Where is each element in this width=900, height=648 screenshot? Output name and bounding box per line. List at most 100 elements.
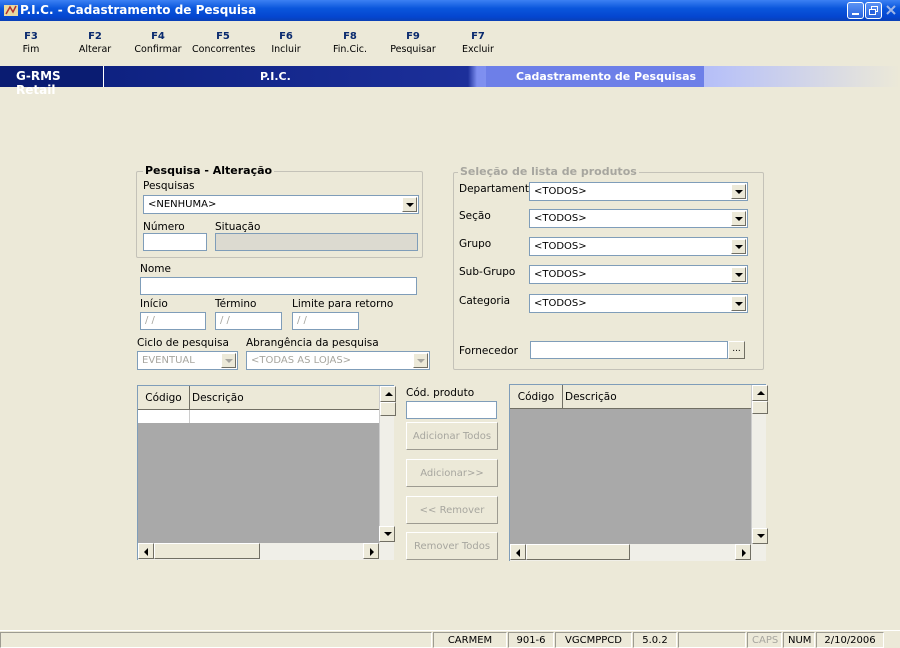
secao-select[interactable]: <TODOS> — [529, 209, 748, 228]
abrangencia-value: <TODAS AS LOJAS> — [251, 355, 352, 366]
toolbar-button-fim[interactable]: F3 Fim — [0, 31, 62, 55]
scroll-down-icon[interactable] — [379, 526, 395, 542]
departamento-label: Departamento — [459, 183, 536, 195]
right-grid-hscroll[interactable] — [510, 544, 766, 561]
column-header-codigo[interactable]: Código — [138, 386, 190, 410]
right-grid-header: Código Descrição — [510, 385, 751, 409]
toolbar-button-confirmar[interactable]: F4 Confirmar — [127, 31, 189, 55]
situacao-field — [215, 233, 418, 251]
status-empty — [678, 632, 746, 648]
brand-label: G-RMS Retail — [0, 66, 104, 97]
remover-todos-button[interactable]: Remover Todos — [406, 532, 498, 560]
pesquisas-select[interactable]: <NENHUMA> — [143, 195, 419, 214]
fornecedor-field[interactable] — [530, 341, 728, 359]
adicionar-todos-button[interactable]: Adicionar Todos — [406, 422, 498, 450]
chevron-down-icon[interactable] — [402, 197, 417, 212]
termino-label: Término — [215, 298, 257, 310]
pesquisa-legend: Pesquisa - Alteração — [143, 164, 275, 177]
adicionar-button[interactable]: Adicionar>> — [406, 459, 498, 487]
grupo-select[interactable]: <TODOS> — [529, 237, 748, 256]
abrangencia-select[interactable]: <TODAS AS LOJAS> — [246, 351, 430, 370]
hotkey: F6 — [279, 31, 293, 42]
pesquisas-value: <NENHUMA> — [148, 199, 217, 210]
toolbar-button-excluir[interactable]: F7 Excluir — [447, 31, 509, 55]
toolbar-button-incluir[interactable]: F6 Incluir — [255, 31, 317, 55]
toolbar-label: Confirmar — [134, 44, 182, 55]
numero-field[interactable] — [143, 233, 207, 251]
grupo-value: <TODOS> — [534, 241, 587, 252]
hotkey: F7 — [471, 31, 485, 42]
chevron-down-icon[interactable] — [221, 353, 236, 368]
status-version: 5.0.2 — [633, 632, 677, 648]
scroll-thumb[interactable] — [154, 543, 260, 559]
scroll-down-icon[interactable] — [752, 528, 768, 544]
scroll-up-icon[interactable] — [752, 385, 768, 401]
column-header-descricao[interactable]: Descrição — [563, 385, 751, 409]
chevron-down-icon[interactable] — [731, 267, 746, 282]
column-header-codigo[interactable]: Código — [510, 385, 563, 409]
app-icon — [4, 4, 18, 17]
scroll-right-icon[interactable] — [735, 544, 751, 560]
left-grid-hscroll[interactable] — [138, 526, 395, 560]
status-date: 2/10/2006 — [816, 632, 884, 648]
ciclo-select[interactable]: EVENTUAL — [137, 351, 238, 370]
header-band: G-RMS Retail P.I.C. Cadastramento de Pes… — [0, 66, 900, 97]
close-icon[interactable] — [883, 2, 900, 19]
status-user: CARMEM — [433, 632, 507, 648]
minimize-icon[interactable] — [847, 2, 864, 19]
chevron-down-icon[interactable] — [413, 353, 428, 368]
toolbar-button-fin-cic[interactable]: F8 Fin.Cic. — [319, 31, 381, 55]
toolbar-label: Alterar — [78, 44, 112, 55]
scroll-thumb[interactable] — [752, 401, 768, 414]
departamento-select[interactable]: <TODOS> — [529, 182, 748, 201]
ciclo-value: EVENTUAL — [142, 355, 195, 366]
toolbar-label: Fim — [22, 44, 40, 55]
categoria-select[interactable]: <TODOS> — [529, 294, 748, 313]
termino-field[interactable]: / / — [215, 312, 282, 330]
limite-field[interactable]: / / — [292, 312, 359, 330]
toolbar-button-concorrentes[interactable]: F5 Concorrentes — [192, 31, 256, 55]
scroll-up-icon[interactable] — [380, 386, 396, 402]
scroll-left-icon[interactable] — [138, 543, 154, 559]
left-grid-header: Código Descrição — [138, 386, 379, 410]
hotkey: F5 — [216, 31, 230, 42]
status-code: 901-6 — [508, 632, 554, 648]
grupo-label: Grupo — [459, 238, 492, 250]
subgrupo-select[interactable]: <TODOS> — [529, 265, 748, 284]
secao-value: <TODOS> — [534, 213, 587, 224]
toolbar-button-pesquisar[interactable]: F9 Pesquisar — [382, 31, 444, 55]
right-grid-vscroll[interactable] — [751, 385, 768, 544]
toolbar-label: Incluir — [271, 44, 301, 55]
status-num: NUM — [783, 632, 815, 648]
fornecedor-browse-button[interactable]: ... — [728, 341, 745, 359]
hotkey: F2 — [88, 31, 102, 42]
limite-label: Limite para retorno — [292, 298, 394, 310]
numero-label: Número — [143, 221, 185, 233]
chevron-down-icon[interactable] — [731, 211, 746, 226]
scroll-thumb[interactable] — [526, 544, 630, 560]
chevron-down-icon[interactable] — [731, 184, 746, 199]
subgrupo-value: <TODOS> — [534, 269, 587, 280]
chevron-down-icon[interactable] — [731, 296, 746, 311]
inicio-field[interactable]: / / — [140, 312, 206, 330]
toolbar-button-alterar[interactable]: F2 Alterar — [64, 31, 126, 55]
toolbar-label: Concorrentes — [192, 44, 256, 55]
scroll-right-icon[interactable] — [363, 543, 379, 559]
chevron-down-icon[interactable] — [731, 239, 746, 254]
scroll-left-icon[interactable] — [510, 544, 526, 560]
restore-icon[interactable] — [865, 2, 882, 19]
fornecedor-label: Fornecedor — [459, 345, 518, 357]
grid-cell[interactable] — [190, 410, 379, 423]
column-header-descricao[interactable]: Descrição — [190, 386, 379, 410]
scroll-thumb[interactable] — [380, 402, 396, 416]
remover-button[interactable]: << Remover — [406, 496, 498, 524]
secao-label: Seção — [459, 210, 491, 222]
nome-field[interactable] — [140, 277, 417, 295]
cod-produto-field[interactable] — [406, 401, 497, 419]
categoria-label: Categoria — [459, 295, 511, 307]
departamento-value: <TODOS> — [534, 186, 587, 197]
window-title: P.I.C. - Cadastramento de Pesquisa — [20, 3, 257, 17]
status-caps: CAPS — [747, 632, 782, 648]
grid-cell[interactable] — [138, 410, 190, 423]
left-grid-vscroll[interactable] — [379, 386, 396, 543]
